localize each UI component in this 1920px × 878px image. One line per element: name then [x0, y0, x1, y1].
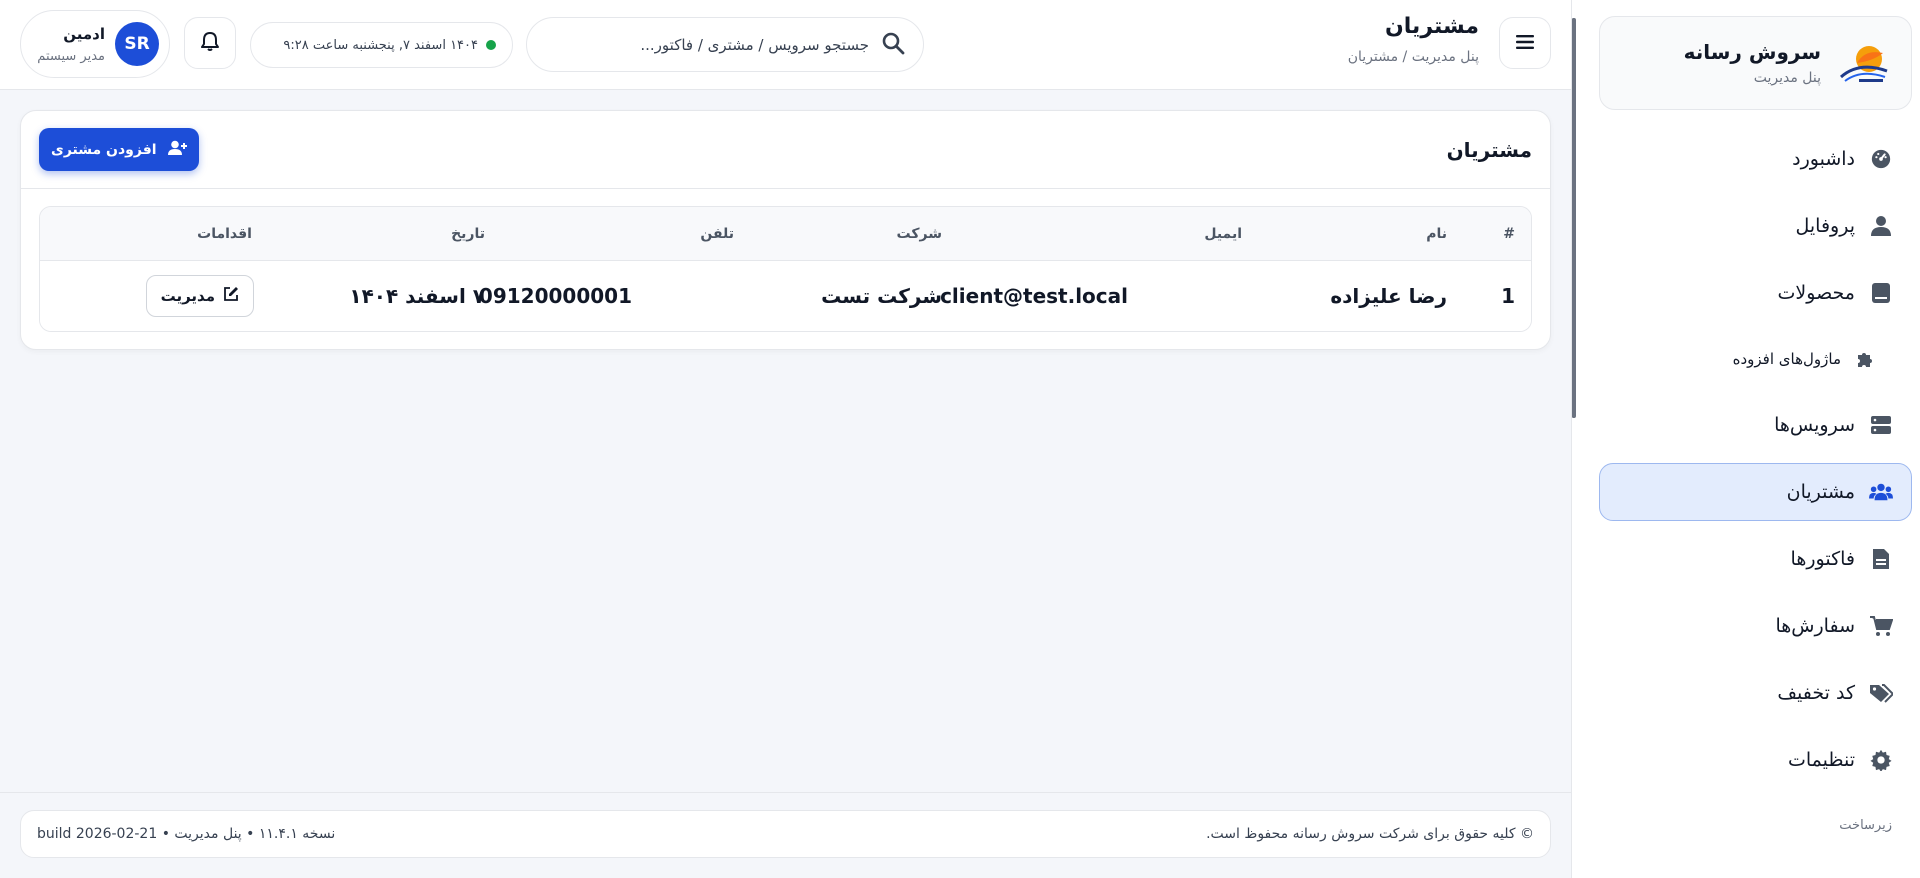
sidebar-item-label: داشبورد	[1792, 148, 1855, 170]
row-name: رضا علیزاده	[1330, 284, 1447, 308]
sidebar-item-label: کد تخفیف	[1777, 682, 1855, 704]
card-header: مشتریان افزودن مشتری	[21, 111, 1550, 189]
sidebar-item-label: فاکتورها	[1790, 548, 1855, 570]
sidebar: سروش رسانه پنل مدیریت داشبورد پروفایل مح…	[1571, 0, 1920, 878]
sidebar-item-label: تنظیمات	[1787, 749, 1855, 771]
row-email: client@test.local	[940, 284, 1128, 308]
tags-icon	[1869, 681, 1893, 705]
box-icon	[1869, 281, 1893, 305]
row-phone: 09120000001	[478, 284, 632, 308]
sidebar-item-label: سرویس‌ها	[1774, 414, 1855, 436]
sidebar-nav: داشبورد پروفایل محصولات ماژول‌های افزوده…	[1599, 130, 1912, 798]
row-actions: مدیریت	[145, 261, 254, 331]
invoice-icon	[1869, 547, 1893, 571]
server-icon	[1869, 413, 1893, 437]
page-heading: مشتریان پنل مدیریت / مشتریان	[1348, 14, 1479, 65]
footer-area: © کلیه حقوق برای شرکت سروش رسانه محفوظ ا…	[0, 792, 1571, 878]
search-box[interactable]	[526, 17, 924, 72]
footer: © کلیه حقوق برای شرکت سروش رسانه محفوظ ا…	[20, 810, 1551, 858]
satellite-dish-logo	[1835, 39, 1895, 87]
main-scrollbar[interactable]	[1572, 18, 1575, 418]
col-phone: تلفن	[700, 225, 734, 242]
edit-icon	[223, 286, 239, 306]
col-company: شرکت	[896, 225, 942, 242]
user-icon	[1869, 214, 1893, 238]
sidebar-item-label: پروفایل	[1795, 215, 1856, 237]
page-title: مشتریان	[1385, 14, 1479, 39]
datetime-chip: ۱۴۰۴ اسفند ۷, پنجشنبه ساعت ۹:۲۸	[250, 22, 513, 68]
cart-icon	[1869, 614, 1893, 638]
customers-table: # نام ایمیل شرکت تلفن تاریخ اقدامات 1 رض…	[39, 206, 1532, 332]
col-name: نام	[1426, 225, 1447, 242]
sidebar-item-discount[interactable]: کد تخفیف	[1599, 664, 1912, 722]
manage-customer-button[interactable]: مدیریت	[145, 275, 254, 317]
add-customer-label: افزودن مشتری	[51, 141, 157, 158]
puzzle-icon	[1855, 349, 1875, 369]
hamburger-icon	[1516, 34, 1534, 53]
table-row: 1 رضا علیزاده client@test.local شرکت تست…	[40, 261, 1531, 331]
col-index: #	[1503, 225, 1515, 242]
sidebar-item-dashboard[interactable]: داشبورد	[1599, 130, 1912, 188]
breadcrumb[interactable]: پنل مدیریت / مشتریان	[1348, 49, 1479, 65]
col-email: ایمیل	[1204, 225, 1242, 242]
notifications-button[interactable]	[184, 17, 236, 69]
menu-toggle-button[interactable]	[1499, 17, 1551, 69]
sidebar-item-customers[interactable]: مشتریان	[1599, 463, 1912, 521]
user-role: مدیر سیستم	[37, 48, 105, 64]
user-name: ادمین	[63, 24, 105, 43]
col-date: تاریخ	[451, 225, 485, 242]
row-company: شرکت تست	[821, 284, 942, 308]
search-input[interactable]	[545, 35, 869, 54]
sidebar-item-invoices[interactable]: فاکتورها	[1599, 530, 1912, 588]
sidebar-item-label: محصولات	[1777, 282, 1855, 304]
sidebar-item-orders[interactable]: سفارش‌ها	[1599, 597, 1912, 655]
sidebar-item-settings[interactable]: تنظیمات	[1599, 731, 1912, 789]
online-status-dot	[486, 40, 496, 50]
copyright-text: © کلیه حقوق برای شرکت سروش رسانه محفوظ ا…	[1206, 826, 1534, 842]
gauge-icon	[1869, 147, 1893, 171]
topbar: مشتریان پنل مدیریت / مشتریان ۱۴۰۴ اسفند …	[0, 0, 1571, 90]
sidebar-item-label: ماژول‌های افزوده	[1732, 350, 1841, 368]
sidebar-item-products[interactable]: محصولات	[1599, 264, 1912, 322]
col-actions: اقدامات	[197, 225, 252, 242]
manage-label: مدیریت	[160, 287, 215, 305]
sidebar-item-label: سفارش‌ها	[1775, 615, 1856, 637]
table-header: # نام ایمیل شرکت تلفن تاریخ اقدامات	[40, 207, 1531, 261]
card-title: مشتریان	[1446, 137, 1532, 162]
sidebar-item-profile[interactable]: پروفایل	[1599, 197, 1912, 255]
search-icon	[881, 31, 905, 59]
user-plus-icon	[167, 140, 187, 160]
sidebar-item-services[interactable]: سرویس‌ها	[1599, 396, 1912, 454]
row-date: ۷ اسفند ۱۴۰۴	[349, 284, 485, 308]
users-icon	[1869, 480, 1893, 504]
gear-icon	[1869, 748, 1893, 772]
row-index: 1	[1501, 284, 1515, 308]
sidebar-item-label: مشتریان	[1786, 481, 1855, 503]
customers-card: مشتریان افزودن مشتری # نام ایمیل شرکت تل…	[20, 110, 1551, 350]
version-text: نسخه ۱۱.۴.۱ • پنل مدیریت • build 2026-02…	[37, 826, 336, 842]
datetime-text: ۱۴۰۴ اسفند ۷, پنجشنبه ساعت ۹:۲۸	[283, 37, 478, 53]
bell-icon	[201, 31, 219, 55]
sidebar-item-addons[interactable]: ماژول‌های افزوده	[1599, 331, 1912, 387]
brand-card[interactable]: سروش رسانه پنل مدیریت	[1599, 16, 1912, 110]
avatar: SR	[115, 22, 159, 66]
sidebar-section-infrastructure: زیرساخت	[1839, 818, 1892, 833]
brand-subtitle: پنل مدیریت	[1753, 70, 1821, 86]
add-customer-button[interactable]: افزودن مشتری	[39, 128, 199, 171]
brand-title: سروش رسانه	[1683, 40, 1821, 64]
user-menu[interactable]: SR ادمین مدیر سیستم	[20, 10, 170, 78]
